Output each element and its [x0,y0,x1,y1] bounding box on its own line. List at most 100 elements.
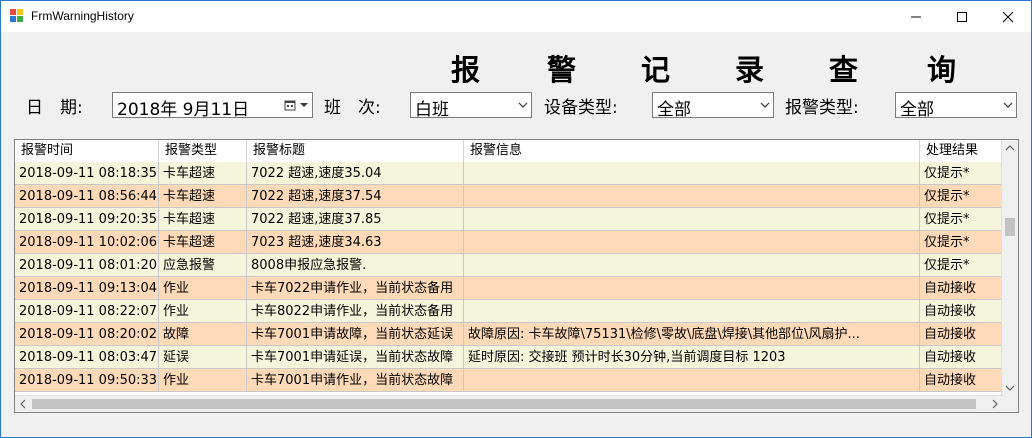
cell-result[interactable]: 自动接收 [920,369,1003,392]
cell-time[interactable]: 2018-09-11 08:03:47 [15,346,159,369]
cell-type[interactable]: 作业 [159,277,247,300]
chevron-down-icon [300,103,308,107]
cell-info[interactable]: 故障原因: 卡车故障\75131\检修\零故\底盘\焊接\其他部位\风扇护... [464,323,920,346]
chevron-down-icon [1003,102,1013,108]
title-char: 询 [927,53,957,87]
cell-type[interactable]: 作业 [159,300,247,323]
scroll-thumb[interactable] [1005,218,1015,236]
table-row[interactable]: 2018-09-11 09:20:35 卡车超速 7022 超速,速度37.85 仅提… [15,208,1003,231]
cell-time[interactable]: 2018-09-11 08:18:35 [15,162,159,185]
cell-result[interactable]: 自动接收 [920,346,1003,369]
column-header-time[interactable]: 报警时间 [15,140,159,162]
table-row[interactable]: 2018-09-11 08:20:02 故障 卡车7001申请故障，当前状态延误 故障… [15,323,1003,346]
date-picker[interactable]: 2018年 9月11日 [112,92,313,120]
cell-time[interactable]: 2018-09-11 08:20:02 [15,323,159,346]
close-button[interactable] [985,1,1031,32]
cell-result[interactable]: 仅提示* [920,185,1003,208]
cell-result[interactable]: 自动接收 [920,277,1003,300]
table-row[interactable]: 2018-09-11 09:13:04 作业 卡车7022申请作业，当前状态备用 自动… [15,277,1003,300]
shift-select[interactable]: 白班 [410,92,532,120]
cell-time[interactable]: 2018-09-11 09:50:33 [15,369,159,392]
cell-result[interactable]: 仅提示* [920,162,1003,185]
cell-title[interactable]: 卡车7001申请作业，当前状态故障 [247,369,464,392]
device-type-label: 设备类型: [544,98,618,118]
cell-title[interactable]: 卡车7001申请故障，当前状态延误 [247,323,464,346]
cell-title[interactable]: 7022 超速,速度37.85 [247,208,464,231]
shift-value: 白班 [415,100,449,120]
cell-type[interactable]: 作业 [159,369,247,392]
column-header-type[interactable]: 报警类型 [159,140,247,162]
cell-type[interactable]: 卡车超速 [159,185,247,208]
table-row[interactable]: 2018-09-11 10:02:06 卡车超速 7023 超速,速度34.63 仅提… [15,231,1003,254]
cell-type[interactable]: 故障 [159,323,247,346]
minimize-button[interactable] [893,1,939,32]
table-row[interactable]: 2018-09-11 09:50:33 作业 卡车7001申请作业，当前状态故障 自动… [15,369,1003,392]
minimize-icon [911,16,921,17]
cell-info[interactable] [464,277,920,300]
title-char: 警 [547,53,577,87]
table-row[interactable]: 2018-09-11 08:22:07 作业 卡车8022申请作业，当前状态备用 自动… [15,300,1003,323]
maximize-icon [957,11,967,22]
cell-info[interactable] [464,162,920,185]
cell-result[interactable]: 仅提示* [920,231,1003,254]
cell-title[interactable]: 8008申报应急报警. [247,254,464,277]
cell-info[interactable] [464,185,920,208]
cell-type[interactable]: 卡车超速 [159,208,247,231]
cell-title[interactable]: 7022 超速,速度35.04 [247,162,464,185]
cell-type[interactable]: 延误 [159,346,247,369]
cell-result[interactable]: 自动接收 [920,300,1003,323]
alarm-type-label: 报警类型: [785,98,859,118]
calendar-icon [284,100,296,111]
chevron-left-icon[interactable] [19,399,27,409]
device-type-value: 全部 [657,100,691,120]
cell-info[interactable] [464,300,920,323]
table-row[interactable]: 2018-09-11 08:18:35 卡车超速 7022 超速,速度35.04 仅提… [15,162,1003,185]
vertical-scrollbar[interactable] [1001,140,1018,396]
cell-result[interactable]: 仅提示* [920,208,1003,231]
cell-title[interactable]: 7022 超速,速度37.54 [247,185,464,208]
cell-title[interactable]: 卡车7001申请延误，当前状态故障 [247,346,464,369]
column-header-title[interactable]: 报警标题 [247,140,464,162]
cell-title[interactable]: 卡车7022申请作业，当前状态备用 [247,277,464,300]
close-icon [1002,11,1014,22]
cell-result[interactable]: 自动接收 [920,323,1003,346]
scroll-thumb-horizontal[interactable] [32,399,976,409]
alarm-history-grid[interactable]: 报警时间 报警类型 报警标题 报警信息 处理结果 2018-09-11 08:1… [14,139,1019,413]
cell-result[interactable]: 仅提示* [920,254,1003,277]
cell-type[interactable]: 卡车超速 [159,231,247,254]
cell-info[interactable] [464,369,920,392]
window-title: FrmWarningHistory [31,9,134,23]
chevron-down-icon[interactable] [1005,384,1015,392]
scroll-corner [1002,396,1018,412]
cell-info[interactable] [464,208,920,231]
chevron-right-icon[interactable] [991,399,999,409]
cell-time[interactable]: 2018-09-11 08:22:07 [15,300,159,323]
cell-time[interactable]: 2018-09-11 09:13:04 [15,277,159,300]
maximize-button[interactable] [939,1,985,32]
title-char: 记 [641,53,671,87]
cell-title[interactable]: 7023 超速,速度34.63 [247,231,464,254]
cell-type[interactable]: 应急报警 [159,254,247,277]
cell-time[interactable]: 2018-09-11 10:02:06 [15,231,159,254]
cell-title[interactable]: 卡车8022申请作业，当前状态备用 [247,300,464,323]
cell-info[interactable]: 延时原因: 交接班 预计时长30分钟,当前调度目标 1203 [464,346,920,369]
column-header-result[interactable]: 处理结果 [920,140,1003,162]
chevron-up-icon[interactable] [1005,144,1015,152]
chevron-down-icon [518,102,528,108]
cell-info[interactable] [464,254,920,277]
alarm-type-select[interactable]: 全部 [895,92,1017,120]
device-type-select[interactable]: 全部 [652,92,774,120]
cell-time[interactable]: 2018-09-11 09:20:35 [15,208,159,231]
cell-type[interactable]: 卡车超速 [159,162,247,185]
cell-time[interactable]: 2018-09-11 08:01:20 [15,254,159,277]
table-row[interactable]: 2018-09-11 08:56:44 卡车超速 7022 超速,速度37.54 仅提… [15,185,1003,208]
column-header-info[interactable]: 报警信息 [464,140,920,162]
cell-time[interactable]: 2018-09-11 08:56:44 [15,185,159,208]
table-row[interactable]: 2018-09-11 08:03:47 延误 卡车7001申请延误，当前状态故障 延时… [15,346,1003,369]
title-char: 报 [451,53,481,87]
date-value: 2018年 9月11日 [117,100,250,120]
cell-info[interactable] [464,231,920,254]
table-row[interactable]: 2018-09-11 08:01:20 应急报警 8008申报应急报警. 仅提示* [15,254,1003,277]
title-bar: FrmWarningHistory [1,1,1031,32]
horizontal-scrollbar[interactable] [15,395,1003,412]
